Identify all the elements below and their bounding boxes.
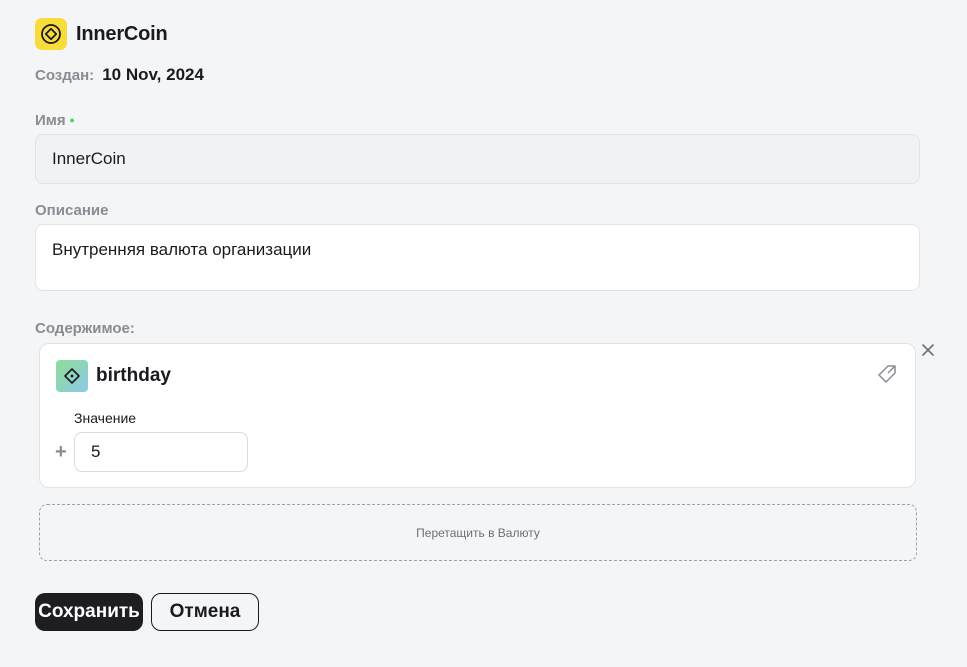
content-item-card: birthday Значение + 5 (39, 343, 916, 488)
save-button[interactable]: Сохранить (35, 593, 143, 631)
created-label: Создан: (35, 67, 95, 84)
created-info: Создан: 10 Nov, 2024 (35, 65, 204, 85)
header: InnerCoin (35, 18, 168, 50)
plus-sign-icon: + (55, 441, 67, 463)
value-input[interactable]: 5 (74, 432, 248, 472)
currency-icon (35, 18, 67, 50)
description-label: Описание (35, 202, 109, 219)
created-date: 10 Nov, 2024 (102, 65, 204, 84)
cancel-button[interactable]: Отмена (151, 593, 259, 631)
content-label: Содержимое: (35, 320, 135, 337)
item-diamond-icon (56, 360, 88, 392)
item-title: birthday (96, 365, 171, 386)
name-label-text: Имя (35, 112, 66, 129)
tag-link-icon[interactable] (876, 363, 898, 385)
value-input-value: 5 (91, 442, 101, 461)
name-input-value: InnerCoin (52, 149, 126, 168)
name-label: Имя • (35, 112, 75, 129)
required-indicator: • (69, 112, 75, 128)
drop-zone[interactable]: Перетащить в Валюту (39, 504, 917, 561)
value-label: Значение (74, 410, 137, 426)
description-value: Внутренняя валюта организации (52, 240, 312, 259)
drop-zone-text: Перетащить в Валюту (416, 525, 540, 540)
currency-edit-form: InnerCoin Создан: 10 Nov, 2024 Имя • Inne… (0, 0, 967, 667)
description-textarea[interactable]: Внутренняя валюта организации (35, 224, 920, 291)
name-input[interactable]: InnerCoin (35, 134, 920, 184)
close-icon[interactable] (921, 343, 935, 357)
page-title: InnerCoin (76, 22, 168, 45)
